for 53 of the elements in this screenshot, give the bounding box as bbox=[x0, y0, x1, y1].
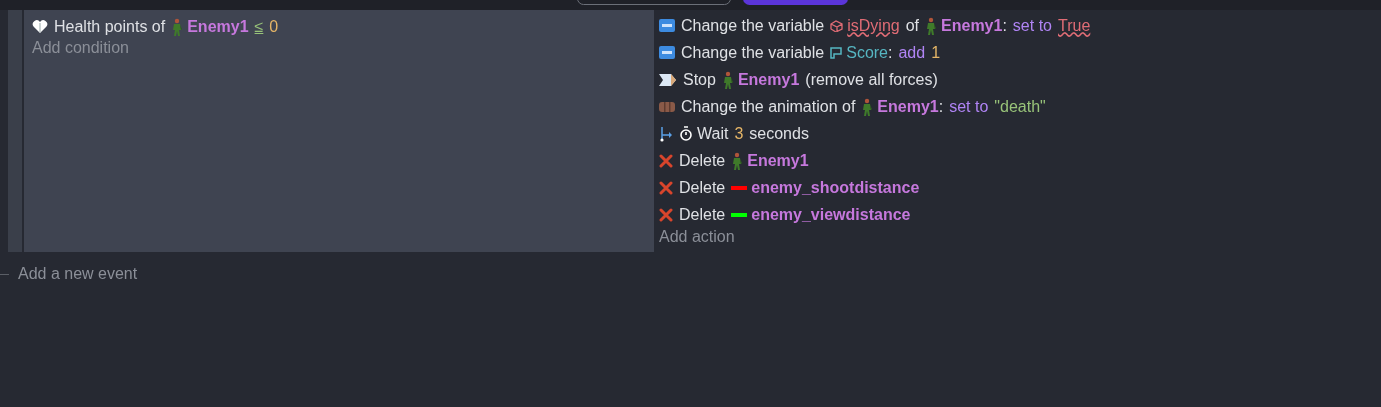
colon: : bbox=[938, 97, 944, 116]
add-action-link[interactable]: Add action bbox=[659, 228, 1381, 246]
stopwatch-icon bbox=[679, 126, 693, 141]
parameter-text: set to bbox=[1012, 16, 1052, 35]
delete-icon bbox=[659, 180, 673, 195]
variable-icon bbox=[659, 19, 675, 32]
object-name: enemy_shootdistance bbox=[751, 178, 920, 197]
action-text: Health points of bbox=[54, 17, 166, 36]
action-text: of bbox=[905, 16, 920, 35]
colon: : bbox=[1002, 16, 1007, 35]
action-text: Wait bbox=[697, 124, 729, 143]
colon: : bbox=[888, 43, 893, 62]
action-text: seconds bbox=[749, 124, 809, 143]
action-text: Delete bbox=[679, 178, 726, 197]
variable-icon bbox=[830, 46, 843, 59]
film-icon bbox=[659, 100, 675, 113]
heart-icon bbox=[32, 19, 48, 34]
action-text: Change the variable bbox=[681, 16, 825, 35]
object-name: Enemy1 bbox=[941, 16, 1003, 35]
parameter-text: add bbox=[898, 43, 926, 62]
object-name: Enemy1 bbox=[737, 70, 800, 89]
delete-icon bbox=[659, 153, 673, 168]
number-value: 0 bbox=[269, 17, 279, 36]
invalid-value: True bbox=[1058, 16, 1091, 35]
stop-icon bbox=[659, 72, 677, 87]
add-condition-link[interactable]: Add condition bbox=[32, 39, 654, 57]
variable-name: Score bbox=[846, 43, 888, 62]
number-value: 3 bbox=[734, 124, 744, 143]
variable-name: isDying bbox=[847, 16, 900, 35]
action-text: (remove all forces) bbox=[805, 70, 938, 89]
branch-arrow-icon bbox=[659, 125, 673, 142]
number-value: 1 bbox=[931, 43, 941, 62]
object-name: Enemy1 bbox=[877, 97, 939, 116]
variable-icon bbox=[659, 46, 675, 59]
action-text: Delete bbox=[679, 151, 726, 170]
soldier-icon bbox=[721, 70, 734, 89]
object-name: enemy_viewdistance bbox=[751, 205, 911, 224]
delete-icon bbox=[659, 207, 673, 222]
cube-icon bbox=[830, 19, 844, 32]
object-name: Enemy1 bbox=[187, 17, 249, 36]
object-name: Enemy1 bbox=[747, 151, 809, 170]
action-text: Stop bbox=[683, 70, 716, 89]
action-text: Change the animation of bbox=[681, 97, 856, 116]
action-text: Change the variable bbox=[681, 43, 825, 62]
string-value: "death" bbox=[994, 97, 1046, 116]
add-event-link[interactable]: Add a new event bbox=[18, 265, 138, 283]
soldier-icon bbox=[925, 16, 938, 35]
soldier-icon bbox=[171, 17, 184, 36]
action-text: Delete bbox=[679, 205, 726, 224]
operator: ≤ bbox=[254, 17, 264, 36]
soldier-icon bbox=[731, 151, 744, 170]
parameter-text: set to bbox=[949, 97, 989, 116]
soldier-icon bbox=[861, 97, 874, 116]
